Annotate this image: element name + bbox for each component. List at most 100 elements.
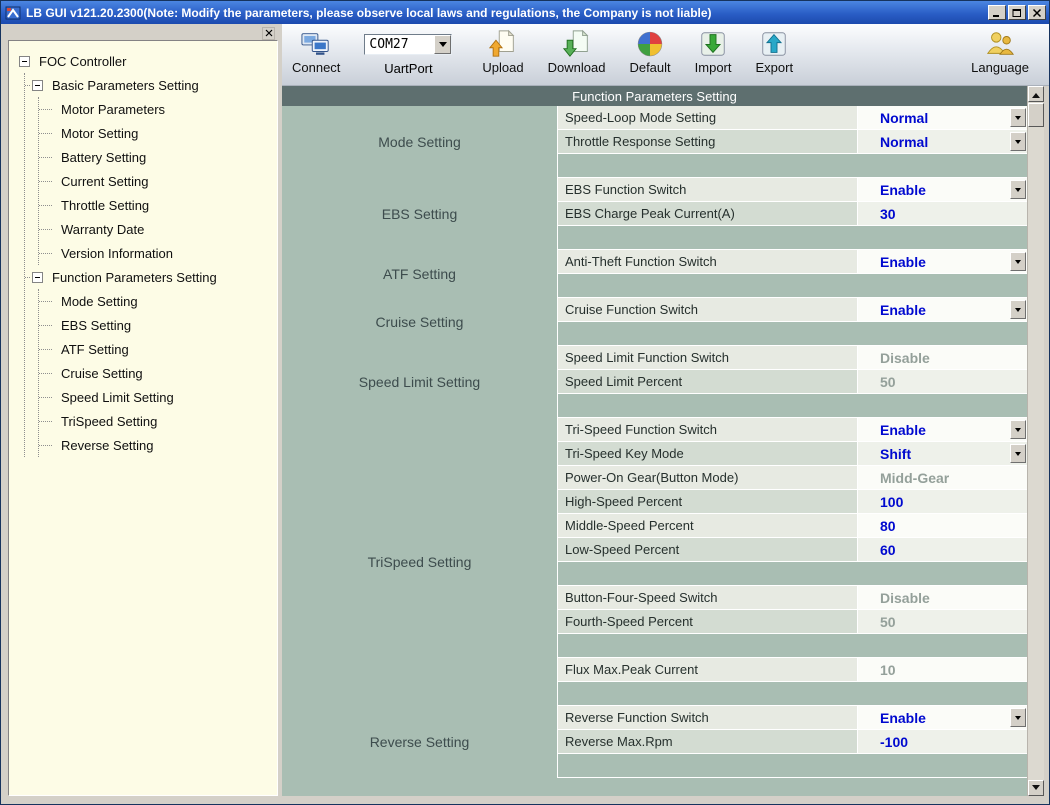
upload-button[interactable]: Upload [482,29,523,75]
tree-item-basic-parameters-setting[interactable]: Basic Parameters Setting [25,73,275,97]
tree-item-label: FOC Controller [36,53,129,70]
param-value-cell[interactable]: Enable [858,706,1027,729]
param-value-cell[interactable]: Enable [858,250,1027,273]
language-icon [985,29,1015,59]
param-value-cell: Disable [858,586,1027,609]
scrollbar-track[interactable] [1028,127,1044,780]
tree-item-label: Motor Setting [58,125,141,142]
tree-item-label: Basic Parameters Setting [49,77,202,94]
param-value[interactable]: Enable [880,182,926,198]
com-port-select[interactable]: COM27 [364,34,452,55]
collapse-icon[interactable] [19,56,30,67]
tree-item-battery-setting[interactable]: Battery Setting [39,145,275,169]
dropdown-arrow-button[interactable] [1010,252,1026,271]
combo-dropdown-icon[interactable] [434,35,451,54]
param-value[interactable]: 30 [880,206,896,222]
language-button[interactable]: Language [971,29,1029,75]
pane-close-icon[interactable] [262,27,275,40]
tree-item-label: Battery Setting [58,149,149,166]
connect-label: Connect [292,60,340,75]
param-value-cell[interactable]: Normal [858,106,1027,129]
param-value-cell[interactable]: Enable [858,178,1027,201]
vertical-scrollbar[interactable] [1027,86,1044,796]
param-label: Reverse Function Switch [558,706,858,729]
default-button[interactable]: Default [629,29,670,75]
scrollbar-thumb[interactable] [1028,103,1044,127]
param-row: EBS Function SwitchEnable [558,178,1027,202]
uart-port-group: COM27 UartPort [364,29,452,76]
param-value-cell[interactable]: -100 [858,730,1027,753]
collapse-icon[interactable] [32,80,43,91]
minimize-button[interactable] [988,5,1006,20]
tree-item-reverse-setting[interactable]: Reverse Setting [39,433,275,457]
param-row: Speed-Loop Mode SettingNormal [558,106,1027,130]
dropdown-arrow-button[interactable] [1010,420,1026,439]
tree-item-foc-controller[interactable]: FOC Controller [19,49,275,73]
param-row: Reverse Max.Rpm-100 [558,730,1027,754]
param-value[interactable]: Enable [880,422,926,438]
close-button[interactable] [1028,5,1046,20]
tree-item-speed-limit-setting[interactable]: Speed Limit Setting [39,385,275,409]
dropdown-arrow-button[interactable] [1010,444,1026,463]
param-value-cell[interactable]: 80 [858,514,1027,537]
spacer-row [558,154,1027,178]
dropdown-arrow-button[interactable] [1010,108,1026,127]
param-value[interactable]: Enable [880,710,926,726]
tree-pane-header [8,26,278,40]
param-value-cell[interactable]: Shift [858,442,1027,465]
param-value[interactable]: Enable [880,254,926,270]
tree-item-ebs-setting[interactable]: EBS Setting [39,313,275,337]
tree-item-motor-parameters[interactable]: Motor Parameters [39,97,275,121]
tree-item-throttle-setting[interactable]: Throttle Setting [39,193,275,217]
param-value[interactable]: Enable [880,302,926,318]
collapse-icon[interactable] [32,272,43,283]
param-value[interactable]: Shift [880,446,911,462]
dropdown-arrow-button[interactable] [1010,708,1026,727]
sidebar-tree: FOC Controller Basic Parameters Setting Mo… [19,49,275,457]
spacer-row [558,394,1027,418]
category-cell: Speed Limit Setting [282,346,557,418]
param-label: Low-Speed Percent [558,538,858,561]
toolbar: Connect COM27 UartPort Upload [282,24,1049,86]
tree-item-mode-setting[interactable]: Mode Setting [39,289,275,313]
tree-item-cruise-setting[interactable]: Cruise Setting [39,361,275,385]
param-value[interactable]: 60 [880,542,896,558]
param-label: Power-On Gear(Button Mode) [558,466,858,489]
param-value-cell[interactable]: 60 [858,538,1027,561]
maximize-button[interactable] [1008,5,1026,20]
connect-button[interactable]: Connect [292,29,340,75]
dropdown-arrow-button[interactable] [1010,300,1026,319]
param-value[interactable]: 80 [880,518,896,534]
dropdown-arrow-button[interactable] [1010,180,1026,199]
param-group-ebs-setting: EBS SettingEBS Function SwitchEnableEBS … [282,178,1027,250]
tree-item-current-setting[interactable]: Current Setting [39,169,275,193]
dropdown-arrow-button[interactable] [1010,132,1026,151]
param-value[interactable]: Normal [880,110,928,126]
param-label: Tri-Speed Function Switch [558,418,858,441]
title-bar: LB GUI v121.20.2300(Note: Modify the par… [1,1,1049,24]
tree-item-version-information[interactable]: Version Information [39,241,275,265]
param-value-cell[interactable]: Enable [858,418,1027,441]
download-button[interactable]: Download [548,29,606,75]
tree-item-trispeed-setting[interactable]: TriSpeed Setting [39,409,275,433]
scroll-down-icon[interactable] [1028,780,1044,796]
import-button[interactable]: Import [695,29,732,75]
tree-item-warranty-date[interactable]: Warranty Date [39,217,275,241]
default-icon [635,29,665,59]
param-value[interactable]: -100 [880,734,908,750]
param-rows: Cruise Function SwitchEnable [557,298,1027,346]
tree-item-motor-setting[interactable]: Motor Setting [39,121,275,145]
scroll-up-icon[interactable] [1028,86,1044,102]
export-button[interactable]: Export [756,29,794,75]
tree-item-function-parameters-setting[interactable]: Function Parameters Setting [25,265,275,289]
param-value[interactable]: Normal [880,134,928,150]
param-group-mode-setting: Mode SettingSpeed-Loop Mode SettingNorma… [282,106,1027,178]
param-row: Speed Limit Function SwitchDisable [558,346,1027,370]
tree-item-atf-setting[interactable]: ATF Setting [39,337,275,361]
uart-port-label: UartPort [384,61,432,76]
param-value-cell[interactable]: 100 [858,490,1027,513]
param-value-cell[interactable]: Enable [858,298,1027,321]
param-value-cell[interactable]: Normal [858,130,1027,153]
param-value[interactable]: 100 [880,494,903,510]
param-value-cell[interactable]: 30 [858,202,1027,225]
